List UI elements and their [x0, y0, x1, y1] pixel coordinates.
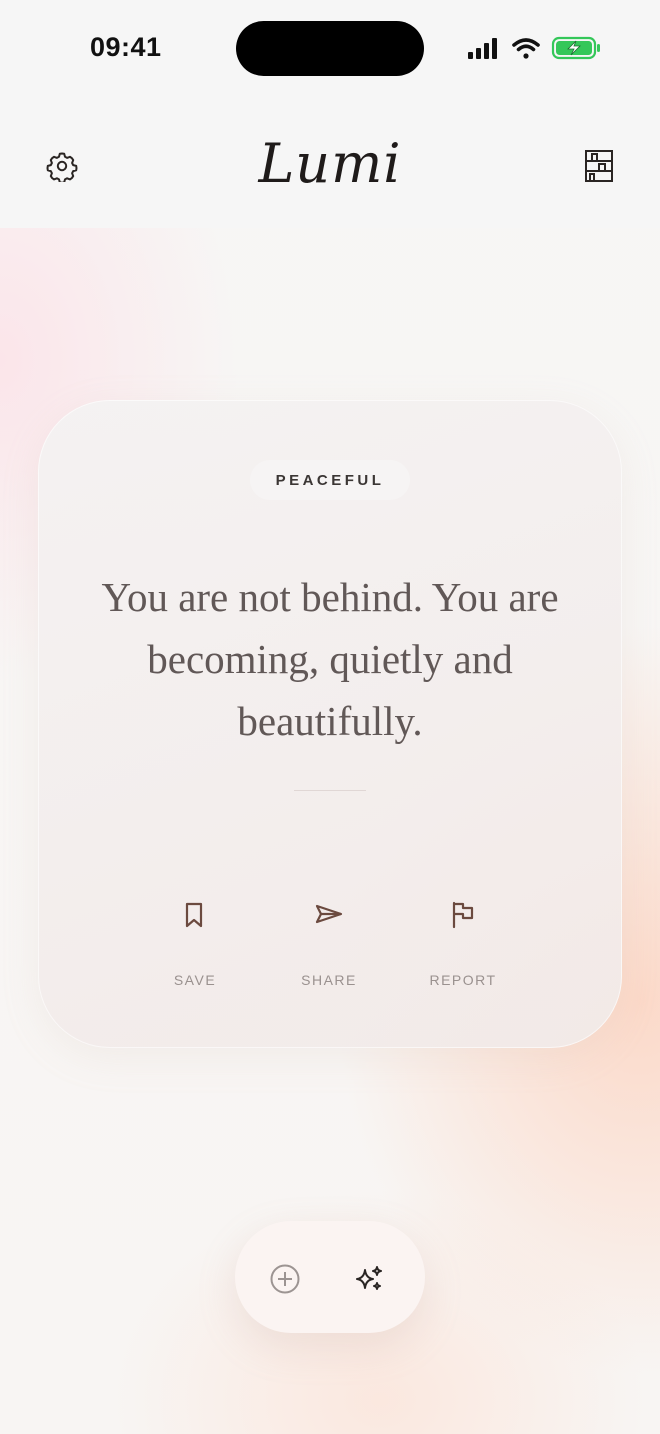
dynamic-island: [236, 21, 424, 76]
app-logo: Lumi: [258, 132, 402, 195]
sparkles-icon: [356, 1266, 382, 1290]
flag-icon: [452, 901, 474, 929]
settings-button[interactable]: [42, 146, 82, 186]
bookmark-icon: [185, 902, 203, 928]
cellular-signal-icon: [468, 38, 497, 59]
affirmation-card: PEACEFUL You are not behind. You are bec…: [38, 400, 622, 1048]
generate-button[interactable]: [351, 1261, 387, 1297]
divider: [294, 790, 366, 791]
add-button[interactable]: [267, 1261, 303, 1297]
status-time: 09:41: [90, 32, 162, 62]
report-label: REPORT: [429, 972, 497, 988]
status-icons: [468, 36, 600, 60]
battery-icon: [551, 36, 600, 60]
save-label: SAVE: [173, 972, 217, 988]
bottom-action-bar: [235, 1221, 425, 1333]
save-button[interactable]: SAVE: [135, 886, 255, 996]
plus-circle-icon: [270, 1264, 300, 1294]
share-label: SHARE: [301, 972, 357, 988]
library-button[interactable]: [579, 146, 619, 186]
library-icon: [585, 150, 613, 182]
report-button[interactable]: REPORT: [403, 886, 523, 996]
gear-icon: [46, 152, 78, 182]
mood-badge: PEACEFUL: [250, 460, 410, 500]
wifi-icon: [512, 38, 540, 59]
share-button[interactable]: SHARE: [269, 886, 389, 996]
send-icon: [315, 904, 343, 924]
affirmation-quote: You are not behind. You are becoming, qu…: [101, 574, 559, 744]
